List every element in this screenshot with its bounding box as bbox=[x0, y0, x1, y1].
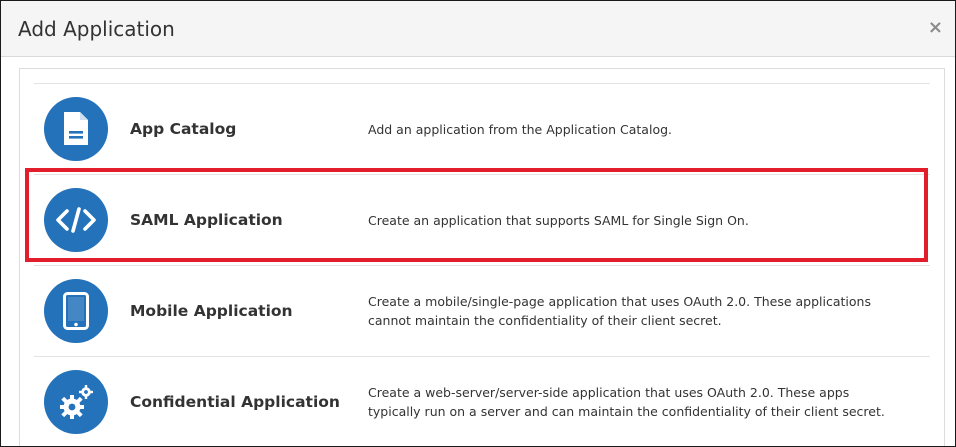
option-mobile-application[interactable]: Mobile Application Create a mobile/singl… bbox=[34, 265, 930, 356]
option-app-catalog[interactable]: App Catalog Add an application from the … bbox=[34, 83, 930, 174]
option-description: Create an application that supports SAML… bbox=[368, 212, 749, 228]
option-description: Add an application from the Application … bbox=[368, 121, 672, 137]
option-title: Mobile Application bbox=[130, 302, 293, 320]
option-confidential-application[interactable]: Confidential Application Create a web-se… bbox=[34, 356, 930, 446]
tablet-icon bbox=[44, 279, 108, 343]
dialog-header: Add Application × bbox=[1, 1, 955, 57]
dialog-body: App Catalog Add an application from the … bbox=[19, 68, 945, 446]
add-application-dialog: Add Application × App Catalog Add an app… bbox=[0, 0, 956, 447]
option-title: App Catalog bbox=[130, 120, 237, 138]
option-saml-application[interactable]: SAML Application Create an application t… bbox=[34, 174, 930, 265]
dialog-title: Add Application bbox=[18, 17, 175, 41]
code-icon bbox=[44, 188, 108, 252]
close-icon[interactable]: × bbox=[928, 19, 943, 37]
option-title: Confidential Application bbox=[130, 393, 340, 411]
application-type-list: App Catalog Add an application from the … bbox=[34, 83, 930, 446]
option-description: Create a mobile/single-page application … bbox=[368, 294, 871, 328]
option-title: SAML Application bbox=[130, 211, 283, 229]
option-description: Create a web-server/server-side applicat… bbox=[368, 385, 885, 419]
document-icon bbox=[44, 97, 108, 161]
gears-icon bbox=[44, 370, 108, 434]
